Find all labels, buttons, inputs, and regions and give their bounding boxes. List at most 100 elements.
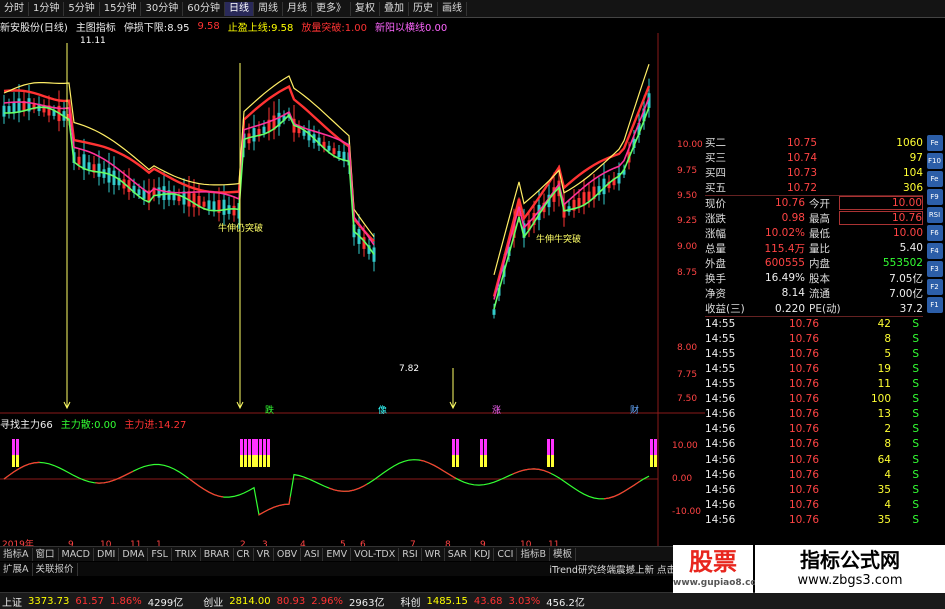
tick-row: 14:56 10.76 4 S — [705, 467, 923, 482]
signal-bar — [259, 439, 262, 455]
main-indicator-label[interactable]: 主图指标 — [76, 19, 116, 34]
sidebar-icon[interactable]: F1 — [926, 297, 943, 313]
signal-bar — [547, 455, 550, 467]
quote-value2: 553502 — [882, 257, 923, 270]
indicator-tab[interactable]: CR — [234, 547, 254, 561]
tick-time: 14:55 — [705, 347, 736, 360]
high-label: 11.11 — [80, 36, 106, 46]
indicator-tab[interactable]: WR — [422, 547, 445, 561]
toolbar-item[interactable]: 画线 — [438, 1, 467, 16]
indicator-tab[interactable]: EMV — [323, 547, 352, 561]
tick-time: 14:56 — [705, 513, 736, 526]
extension-tab[interactable]: 扩展A — [0, 562, 33, 576]
toolbar-item[interactable]: 更多》 — [312, 1, 351, 16]
tick-price: 10.76 — [788, 423, 819, 436]
signal-label: 牛伸牛突破 — [536, 233, 581, 245]
indicator-tab[interactable]: DMI — [94, 547, 120, 561]
signal-bar — [248, 439, 251, 455]
low-label: 7.82 — [399, 364, 419, 374]
sidebar-icon[interactable]: F4 — [926, 243, 943, 259]
sub-b-label: 主力进: — [124, 419, 158, 431]
tick-price: 10.76 — [788, 483, 819, 496]
sub-a-value: 0.00 — [94, 419, 117, 431]
signal-bar — [259, 455, 262, 467]
toolbar-item[interactable]: 分时 — [0, 1, 29, 16]
tick-time: 14:55 — [705, 332, 736, 345]
candle-body — [252, 128, 256, 142]
signal-bar — [248, 455, 251, 467]
sidebar-icon[interactable]: F3 — [926, 261, 943, 277]
tick-volume: 42 — [877, 318, 891, 331]
indicator-tab[interactable]: 指标B — [517, 547, 550, 561]
quote-value2: 7.05亿 — [889, 272, 923, 285]
price-tick: 10.00 — [677, 140, 703, 150]
indicator-tab[interactable]: RSI — [399, 547, 422, 561]
tick-volume: 19 — [877, 362, 891, 375]
news-ticker[interactable]: iTrend研究终端震撼上新 点击 — [549, 562, 680, 576]
price-tick: 9.00 — [677, 242, 697, 252]
indicator-tab[interactable]: SAR — [445, 547, 471, 561]
price-tick: 8.00 — [677, 343, 697, 353]
indicator-tab[interactable]: ASI — [301, 547, 324, 561]
book-volume: 104 — [902, 166, 923, 179]
quote-label: 涨跌 — [705, 212, 726, 225]
sidebar-icon[interactable]: F10 — [926, 153, 943, 169]
toolbar-item[interactable]: 5分钟 — [64, 1, 100, 16]
toolbar-item[interactable]: 60分钟 — [183, 1, 225, 16]
ma-green-line — [4, 106, 650, 310]
tick-volume: 100 — [870, 393, 891, 406]
quote-label: 净资 — [705, 287, 726, 300]
toolbar-item[interactable]: 30分钟 — [141, 1, 184, 16]
indicator-tab[interactable]: DMA — [119, 547, 149, 561]
toolbar-item[interactable]: 日线 — [224, 1, 254, 16]
linked-quote-tab[interactable]: 关联报价 — [33, 562, 78, 576]
book-volume: 1060 — [896, 136, 923, 149]
indicator-tab[interactable]: KDJ — [471, 547, 495, 561]
price-tick: 8.75 — [677, 268, 697, 278]
indicator-tab[interactable]: 模板 — [550, 547, 576, 561]
indicator-tab[interactable]: 窗口 — [33, 547, 59, 561]
breakout-value: 1.00 — [344, 22, 367, 34]
tick-time: 14:56 — [705, 468, 736, 481]
tick-volume: 4 — [884, 498, 891, 511]
indicator-tab[interactable]: FSL — [148, 547, 172, 561]
candle-body — [212, 201, 216, 211]
stop-loss-label: 停损下限: — [123, 22, 168, 34]
sidebar-icon[interactable]: Fe — [926, 135, 943, 151]
indicator-tab[interactable]: VOL-TDX — [351, 547, 400, 561]
quote-value2: 37.2 — [899, 302, 923, 315]
indicator-tab[interactable]: TRIX — [172, 547, 201, 561]
quote-label: 涨幅 — [705, 227, 726, 240]
signal-bar — [480, 455, 483, 467]
toolbar-item[interactable]: 历史 — [409, 1, 438, 16]
quote-row: 涨跌 0.98 最高 10.76 — [705, 210, 923, 226]
book-price: 10.73 — [786, 166, 817, 179]
toolbar-item[interactable]: 叠加 — [380, 1, 409, 16]
indicator-tab[interactable]: OBV — [274, 547, 302, 561]
event-marker: 涨 — [492, 405, 501, 416]
indicator-tab[interactable]: 指标A — [0, 547, 33, 561]
tick-price: 10.76 — [788, 393, 819, 406]
indicator-tab[interactable]: VR — [254, 547, 274, 561]
sidebar-icon[interactable]: RSI — [926, 207, 943, 223]
sidebar-icon[interactable]: F9 — [926, 189, 943, 205]
sidebar-icon[interactable]: F2 — [926, 279, 943, 295]
toolbar-item[interactable]: 1分钟 — [29, 1, 65, 16]
tick-row: 14:55 10.76 42 S — [705, 316, 923, 331]
indicator-tab[interactable]: BRAR — [201, 547, 234, 561]
toolbar-item[interactable]: 15分钟 — [100, 1, 142, 16]
sidebar-icon[interactable]: F6 — [926, 225, 943, 241]
sub-indicator-line — [3, 459, 650, 516]
tick-row: 14:56 10.76 4 S — [705, 497, 923, 512]
signal-bar — [267, 439, 270, 455]
indicator-tab[interactable]: CCI — [494, 547, 518, 561]
toolbar-item[interactable]: 复权 — [351, 1, 380, 16]
toolbar-item[interactable]: 月线 — [283, 1, 312, 16]
kline-chart[interactable]: 10.00 9.75 9.50 9.25 9.00 8.75 8.00 7.75 7.50 10.… — [0, 33, 705, 546]
indicator-tab[interactable]: MACD — [59, 547, 94, 561]
sidebar-icon[interactable]: Fe — [926, 171, 943, 187]
toolbar-item[interactable]: 周线 — [254, 1, 283, 16]
sub-indicator-name[interactable]: 寻找主力66 — [0, 416, 53, 431]
sub-chart-header: 寻找主力66 主力散:0.00 主力进:14.27 — [0, 416, 186, 431]
index3-amount: 456.2亿 — [546, 597, 585, 609]
